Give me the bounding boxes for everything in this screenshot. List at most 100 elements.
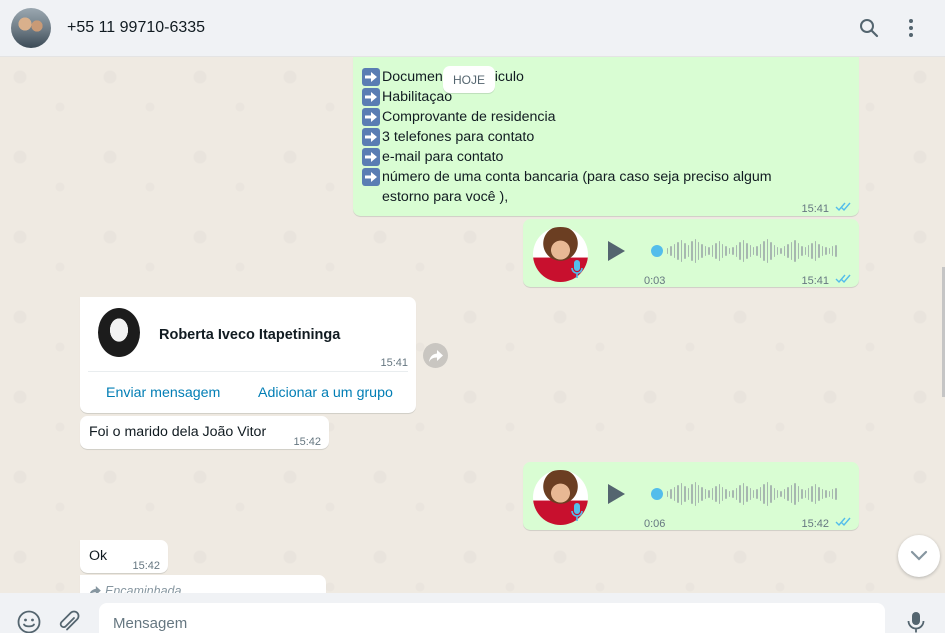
message-composer[interactable] [99,603,885,633]
waveform-bar [807,245,810,257]
waveform-bar [811,486,813,502]
waveform-bar [807,488,810,500]
play-icon[interactable] [605,240,627,262]
waveform-bar [687,488,690,500]
list-item-text: Comprovante de residencia [382,109,556,125]
waveform-bar [725,246,727,256]
arrow-right-icon [362,68,380,86]
waveform-bar [711,488,714,500]
waveform-bar [790,485,793,503]
play-icon[interactable] [605,483,627,505]
list-item: e-mail para contato [362,147,851,167]
list-item-text: iculo [494,69,524,85]
waveform-bar [783,246,786,256]
contact-avatar[interactable] [11,8,51,48]
waveform-bar [818,244,820,258]
waveform-bar [770,242,772,260]
voice-record-icon[interactable] [903,609,929,633]
waveform-bar [735,488,738,500]
waveform-bar [701,487,703,501]
waveform-bar [780,491,782,497]
scroll-down-button[interactable] [898,535,940,577]
waveform-bar [797,243,800,259]
waveform-bar [752,490,755,498]
message-forwarded[interactable]: Encaminhada [80,575,326,593]
menu-icon[interactable] [899,16,923,40]
emoji-icon[interactable] [16,609,42,633]
waveform-bar [708,490,710,498]
waveform-bar [691,241,693,261]
waveform-bar [673,244,676,258]
waveform-bar [825,490,827,498]
contact-name[interactable]: +55 11 99710-6335 [67,19,205,37]
message-time: 15:41 [801,203,829,215]
waveform[interactable] [651,238,837,264]
waveform-bar [835,245,837,257]
list-item: 3 telefones para contato [362,127,851,147]
list-item-text: 3 telefones para contato [382,129,535,145]
waveform-bar [828,248,830,254]
read-ticks-icon [835,202,851,212]
list-item-text: Documen [382,69,443,85]
waveform-bar [811,243,813,259]
waveform-bar [735,245,738,257]
list-item-text: número de uma conta bancaria (para caso … [382,169,772,205]
waveform-bar [697,242,700,260]
voice-message[interactable]: 0:03 15:41 [523,219,859,287]
forward-icon[interactable] [423,343,448,368]
waveform-bar [835,488,837,500]
attach-icon[interactable] [56,609,82,633]
list-item: Documen iculo [362,67,851,87]
waveform-bar [818,487,820,501]
add-to-group-button[interactable]: Adicionar a um grupo [258,383,393,403]
search-icon[interactable] [857,16,881,40]
waveform-bar [746,243,748,259]
waveform-bar [821,246,824,256]
waveform-bar [725,489,727,499]
list-item: Comprovante de residencia [362,107,851,127]
waveform-bar [828,491,830,497]
waveform-bar [718,241,720,261]
waveform-bar [728,491,731,497]
message-outgoing-documents[interactable]: Documen iculo Habilitaçao Comprovante de … [353,57,859,216]
message-input[interactable] [99,603,885,633]
send-message-button[interactable]: Enviar mensagem [106,383,220,403]
waveform-bar [670,246,672,256]
waveform-bar [691,484,693,504]
waveform-bar [722,244,724,258]
read-ticks-icon [835,517,851,527]
waveform-bar [732,490,734,498]
message-list[interactable]: Documen iculo Habilitaçao Comprovante de … [0,57,945,593]
voice-message[interactable]: 0:06 15:42 [523,462,859,530]
message-text: Foi o marido dela João Vitor [89,424,267,440]
message-incoming[interactable]: Foi o marido dela João Vitor 15:42 [80,416,329,449]
waveform-bar [749,488,751,500]
waveform-bar [718,484,720,504]
arrow-right-icon [362,88,380,106]
waveform-progress-dot[interactable] [651,488,663,500]
waveform-bar [697,485,700,503]
date-divider: HOJE [443,66,495,93]
waveform-bar [715,243,717,259]
voice-duration: 0:06 [644,518,666,530]
message-time: 15:42 [801,518,829,530]
arrow-right-icon [362,128,380,146]
waveform-bar [739,242,741,260]
contact-card-message[interactable]: Roberta Iveco Itapetininga 15:41 Enviar … [80,297,416,413]
list-item-text: Habilitaçao [382,89,453,105]
waveform-bar [680,483,683,505]
waveform-bar [722,487,724,501]
forwarded-label: Encaminhada [89,581,317,593]
waveform-bar [790,242,793,260]
waveform-bar [680,240,683,262]
message-incoming[interactable]: Ok 15:42 [80,540,168,573]
shared-contact-avatar [98,308,140,357]
waveform-bar [766,239,769,263]
waveform-progress-dot[interactable] [651,245,663,257]
waveform[interactable] [651,481,837,507]
header-actions [857,16,923,40]
message-time: 15:42 [132,560,160,572]
waveform-bar [684,243,686,259]
list-item: número de uma conta bancaria (para caso … [362,167,851,207]
waveform-bar [814,241,817,261]
